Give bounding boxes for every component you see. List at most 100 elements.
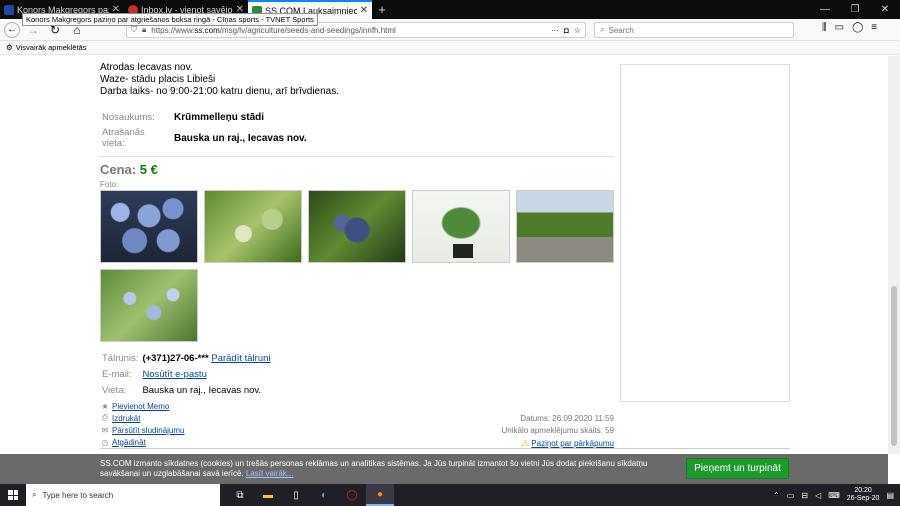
location-value: Bauska un raj., Iecavas nov. — [174, 132, 307, 144]
notifications-icon[interactable]: ▤ — [886, 491, 894, 500]
minimize-icon[interactable]: — — [810, 0, 840, 19]
library-icon[interactable]: ⫼ — [822, 22, 827, 33]
listing-actions: ★ Pievienot Memo ⎙ Izdrukāt ✉ Pārsūtīt s… — [100, 400, 615, 449]
price-label: Cena: — [100, 162, 137, 177]
shield-icon[interactable]: ⛉ — [131, 25, 137, 35]
lock-icon[interactable]: 🔒︎ — [142, 25, 146, 35]
photo-thumbnail[interactable] — [204, 190, 302, 263]
start-button[interactable] — [0, 484, 26, 506]
contacts-table: Tālrunis: (+371)27-06-*** Parādīt tālrun… — [100, 350, 614, 398]
bookmark-star-icon[interactable]: ☆ — [574, 26, 581, 35]
send-email-link[interactable]: Nosūtīt e-pastu — [142, 369, 206, 380]
remind-link[interactable]: Atgādināt — [112, 438, 146, 447]
listing-main: Atrodas Iecavas nov. Waze- stādu placis … — [100, 62, 614, 398]
read-more-link[interactable]: Lasīt vairāk... — [246, 469, 294, 478]
gear-icon: ⚙ — [6, 43, 13, 52]
photo-gallery — [100, 190, 620, 342]
foto-label: Foto: — [100, 180, 119, 189]
document-icon[interactable]: ▯ — [282, 484, 310, 506]
listing-description: Atrodas Iecavas nov. Waze- stādu placis … — [100, 62, 614, 98]
clock-icon: ◷ — [101, 437, 109, 447]
more-actions-icon[interactable]: ··· — [551, 26, 559, 35]
forward-listing-link[interactable]: Pārsūtīt sludinājumu — [112, 426, 184, 435]
file-explorer-icon[interactable]: ▬ — [254, 484, 282, 506]
search-placeholder: Search — [608, 25, 634, 35]
print-link[interactable]: Izdrukāt — [112, 414, 140, 423]
restore-icon[interactable]: ❐ — [840, 0, 870, 19]
clock[interactable]: 20:20 26-Sep-20 — [847, 487, 880, 503]
listing-meta: Datums: 26.09.2020 11:59 Unikālo apmeklē… — [502, 400, 615, 449]
search-icon: ⌕ — [32, 490, 37, 499]
add-memo-link[interactable]: Pievienot Memo — [112, 402, 169, 411]
desc-line: Darba laiks- no 9:00-21:00 katru dienu, … — [100, 86, 340, 97]
tvnet-favicon-icon — [4, 4, 14, 15]
keyboard-icon[interactable]: ⌨ — [828, 491, 840, 500]
taskbar-search-placeholder: Type here to search — [42, 490, 114, 500]
name-value: Krūmmelleņu stādi — [174, 112, 265, 123]
account-icon[interactable]: ◯ — [852, 22, 863, 33]
cookie-text: SS.COM izmanto sīkdatnes (cookies) un tr… — [100, 459, 648, 478]
accept-cookies-button[interactable]: Pieņemt un turpināt — [686, 458, 789, 479]
place-value: Bauska un raj., Iecavas nov. — [142, 384, 262, 396]
envelope-icon: ✉ — [101, 425, 109, 435]
scrollbar-thumb[interactable] — [891, 286, 897, 446]
url-text: https://www.ss.com/msg/lv/agriculture/se… — [151, 25, 396, 35]
new-tab-button[interactable]: + — [372, 0, 392, 19]
scrollbar[interactable] — [888, 56, 900, 454]
price: Cena: 5 € — [100, 162, 614, 177]
volume-icon[interactable]: ◁ — [815, 491, 821, 500]
email-label: E-mail: — [102, 368, 132, 380]
show-phone-link[interactable]: Parādīt tālruni — [211, 353, 270, 364]
photo-thumbnail[interactable] — [100, 190, 198, 263]
warning-icon: ⚠ — [521, 438, 530, 448]
system-tray: ⌃ ▭ ⊟ ◁ ⌨ 20:20 26-Sep-20 ▤ — [773, 487, 900, 503]
name-label: Nosaukums: — [102, 112, 155, 123]
window-controls: — ❐ ✕ — [810, 0, 900, 19]
bookmark-most-visited[interactable]: Visvairāk apmeklētās — [16, 43, 87, 52]
photo-thumbnail[interactable] — [516, 190, 614, 263]
desc-line: Waze- stādu placis Libieši — [100, 74, 216, 85]
pocket-icon[interactable]: ◘ — [564, 26, 569, 35]
hamburger-menu-icon[interactable]: ≡ — [871, 22, 877, 33]
bookmarks-bar: ⚙ Visvairāk apmeklētās — [0, 41, 900, 55]
divider — [100, 156, 614, 157]
phone-value: (+371)27-06-*** — [142, 352, 209, 364]
opera-icon[interactable]: ◯ — [338, 484, 366, 506]
back-arrow-icon[interactable]: ← — [4, 21, 20, 38]
page-content: Atrodas Iecavas nov. Waze- stādu placis … — [0, 56, 888, 454]
search-bar[interactable]: ⌕ Search — [594, 22, 794, 38]
location-label: Atrašanās vieta: — [102, 127, 145, 149]
ad-sidebar — [620, 64, 790, 402]
photo-thumbnail[interactable] — [100, 269, 198, 342]
star-icon: ★ — [101, 401, 109, 411]
task-view-icon[interactable]: ⧉ — [226, 484, 254, 506]
listing-date: Datums: 26.09.2020 11:59 — [520, 414, 614, 423]
photo-thumbnail[interactable] — [412, 190, 510, 263]
taskbar-search[interactable]: ⌕ Type here to search — [26, 484, 220, 506]
report-violation-link[interactable]: Paziņot par pārkāpumu — [531, 439, 614, 448]
network-icon[interactable]: ⊟ — [801, 491, 808, 500]
photo-thumbnail[interactable] — [308, 190, 406, 263]
cookie-banner: SS.COM izmanto sīkdatnes (cookies) un tr… — [0, 454, 888, 484]
windows-logo-icon — [8, 490, 18, 500]
close-window-icon[interactable]: ✕ — [870, 0, 900, 19]
chevron-up-icon[interactable]: ⌃ — [773, 491, 780, 500]
divider — [100, 448, 790, 449]
price-value: 5 € — [139, 162, 158, 177]
taskbar-apps: ⧉ ▬ ▯ ◐ ◯ ● — [226, 484, 394, 506]
windows-taskbar: ⌕ Type here to search ⧉ ▬ ▯ ◐ ◯ ● ⌃ ▭ ⊟ … — [0, 484, 900, 506]
sidebar-icon[interactable]: ▭ — [835, 22, 844, 33]
close-tab-icon[interactable]: ✕ — [360, 5, 368, 16]
battery-icon[interactable]: ▭ — [787, 491, 795, 500]
edge-icon[interactable]: ◐ — [310, 484, 338, 506]
listing-info-table: Nosaukums: Krūmmelleņu stādi Atrašanās v… — [100, 110, 614, 151]
printer-icon: ⎙ — [101, 413, 109, 422]
tab-tooltip: Konors Makgregors paziņo par atgriešanos… — [22, 13, 318, 26]
firefox-icon[interactable]: ● — [366, 484, 394, 506]
phone-label: Tālrunis: — [102, 352, 139, 364]
clock-time: 20:20 — [854, 487, 872, 494]
place-label: Vieta: — [102, 384, 127, 396]
desc-line: Atrodas Iecavas nov. — [100, 62, 193, 73]
clock-date: 26-Sep-20 — [846, 495, 880, 502]
search-icon: ⌕ — [600, 25, 605, 34]
